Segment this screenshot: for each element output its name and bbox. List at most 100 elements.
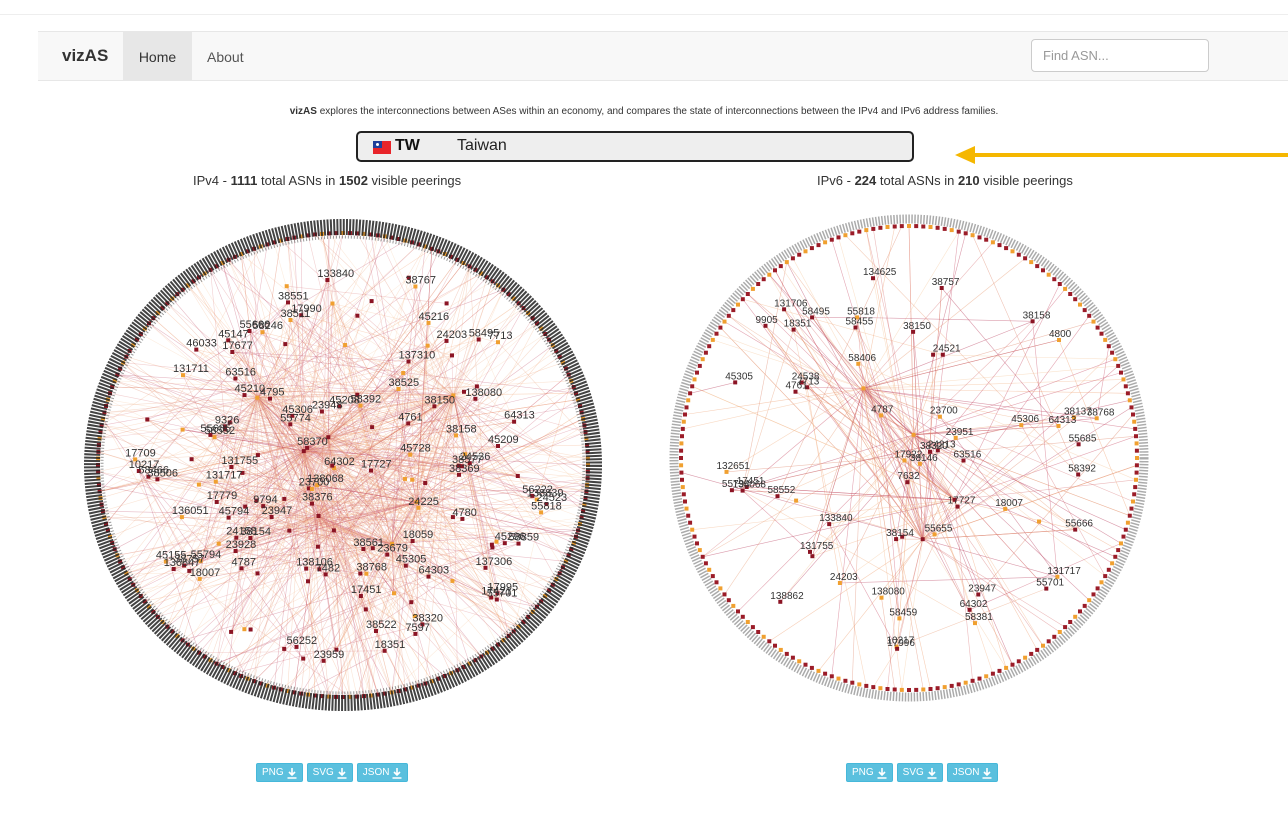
asn-node[interactable]: [1123, 527, 1128, 532]
asn-node[interactable]: [850, 231, 855, 236]
asn-node[interactable]: [778, 647, 783, 652]
asn-node[interactable]: [809, 246, 814, 251]
asn-node[interactable]: [1121, 534, 1126, 539]
asn-node[interactable]: [942, 685, 947, 690]
asn-node[interactable]: [686, 513, 691, 518]
asn-node[interactable]: [683, 499, 687, 504]
asn-node[interactable]: [700, 554, 705, 559]
asn-node[interactable]: [984, 237, 989, 242]
asn-node[interactable]: [1046, 639, 1051, 644]
asn-node[interactable]: [997, 243, 1002, 248]
asn-node[interactable]: [920, 537, 925, 542]
asn-node[interactable]: [683, 412, 687, 417]
asn-node[interactable]: [401, 371, 406, 375]
asn-node[interactable]: [750, 286, 755, 291]
asn-node[interactable]: [707, 567, 712, 572]
asn-node[interactable]: [949, 228, 954, 233]
asn-node[interactable]: [816, 243, 821, 248]
asn-node[interactable]: [963, 680, 968, 685]
asn-node[interactable]: [216, 541, 221, 546]
asn-node[interactable]: [489, 542, 494, 547]
asn-node[interactable]: [885, 687, 890, 691]
asn-node[interactable]: [1095, 325, 1100, 330]
asn-node[interactable]: [797, 252, 802, 257]
asn-node[interactable]: [790, 655, 795, 660]
asn-node[interactable]: [1035, 647, 1040, 652]
asn-node[interactable]: [823, 240, 828, 245]
asn-node[interactable]: [843, 678, 848, 683]
asn-node[interactable]: [736, 302, 740, 307]
asn-node[interactable]: [745, 292, 750, 296]
asn-node[interactable]: [196, 482, 201, 487]
asn-node[interactable]: [710, 574, 715, 579]
asn-node[interactable]: [1134, 434, 1138, 439]
asn-node[interactable]: [1052, 634, 1057, 639]
asn-node[interactable]: [1063, 286, 1068, 291]
asn-node[interactable]: [681, 419, 686, 424]
asn-node[interactable]: [949, 683, 954, 688]
economy-selector[interactable]: TW Taiwan: [356, 131, 914, 162]
asn-node[interactable]: [1010, 662, 1015, 667]
asn-node[interactable]: [1004, 246, 1009, 251]
asn-node[interactable]: [857, 682, 862, 687]
asn-node[interactable]: [1113, 357, 1118, 362]
asn-node[interactable]: [1131, 499, 1135, 504]
asn-node[interactable]: [767, 639, 772, 644]
asn-node[interactable]: [707, 344, 712, 349]
asn-node[interactable]: [718, 586, 723, 591]
asn-node[interactable]: [1134, 441, 1139, 446]
ipv4-svg-button[interactable]: SVG: [306, 763, 353, 782]
asn-node[interactable]: [703, 561, 708, 566]
asn-node[interactable]: [189, 457, 194, 462]
asn-node[interactable]: [697, 363, 702, 368]
asn-node[interactable]: [836, 235, 841, 240]
asn-node[interactable]: [410, 477, 415, 482]
asn-node[interactable]: [784, 651, 789, 656]
asn-node[interactable]: [1041, 268, 1045, 273]
asn-node[interactable]: [956, 229, 961, 234]
asn-node[interactable]: [722, 592, 727, 597]
asn-node[interactable]: [1129, 506, 1134, 511]
asn-node[interactable]: [745, 620, 750, 624]
asn-node[interactable]: [1127, 398, 1132, 403]
asn-node[interactable]: [1037, 519, 1041, 524]
asn-node[interactable]: [1125, 391, 1130, 396]
asn-node[interactable]: [921, 687, 926, 692]
asn-node[interactable]: [864, 683, 869, 688]
asn-node[interactable]: [1113, 554, 1118, 559]
asn-node[interactable]: [861, 386, 866, 391]
asn-node[interactable]: [1110, 561, 1115, 566]
asn-node[interactable]: [145, 417, 150, 422]
asn-node[interactable]: [773, 643, 777, 648]
asn-node[interactable]: [797, 659, 802, 664]
asn-node[interactable]: [756, 282, 761, 286]
asn-node[interactable]: [710, 337, 715, 342]
asn-node[interactable]: [1073, 614, 1078, 619]
asn-node[interactable]: [1135, 456, 1139, 460]
ipv6-peering-graph[interactable]: 1388629905102171346257632177271380804800…: [664, 210, 1154, 710]
asn-node[interactable]: [816, 668, 821, 673]
asn-node[interactable]: [970, 678, 975, 683]
asn-node[interactable]: [1023, 655, 1028, 660]
asn-node[interactable]: [692, 534, 697, 539]
asn-node[interactable]: [864, 228, 869, 233]
asn-node[interactable]: [283, 342, 288, 347]
asn-node[interactable]: [977, 235, 982, 240]
find-asn-input[interactable]: [1031, 39, 1209, 72]
asn-node[interactable]: [803, 249, 808, 254]
asn-node[interactable]: [1016, 252, 1021, 257]
asn-node[interactable]: [907, 224, 911, 228]
asn-node[interactable]: [935, 686, 940, 691]
asn-node[interactable]: [450, 353, 454, 358]
asn-node[interactable]: [928, 225, 933, 229]
asn-node[interactable]: [1125, 520, 1130, 525]
asn-node[interactable]: [790, 256, 795, 261]
asn-node[interactable]: [1103, 574, 1108, 579]
asn-node[interactable]: [425, 343, 430, 348]
asn-node[interactable]: [1095, 586, 1100, 591]
asn-node[interactable]: [343, 343, 348, 347]
asn-node[interactable]: [700, 357, 705, 362]
asn-node[interactable]: [255, 395, 260, 400]
asn-node[interactable]: [679, 463, 684, 468]
asn-node[interactable]: [809, 665, 814, 670]
